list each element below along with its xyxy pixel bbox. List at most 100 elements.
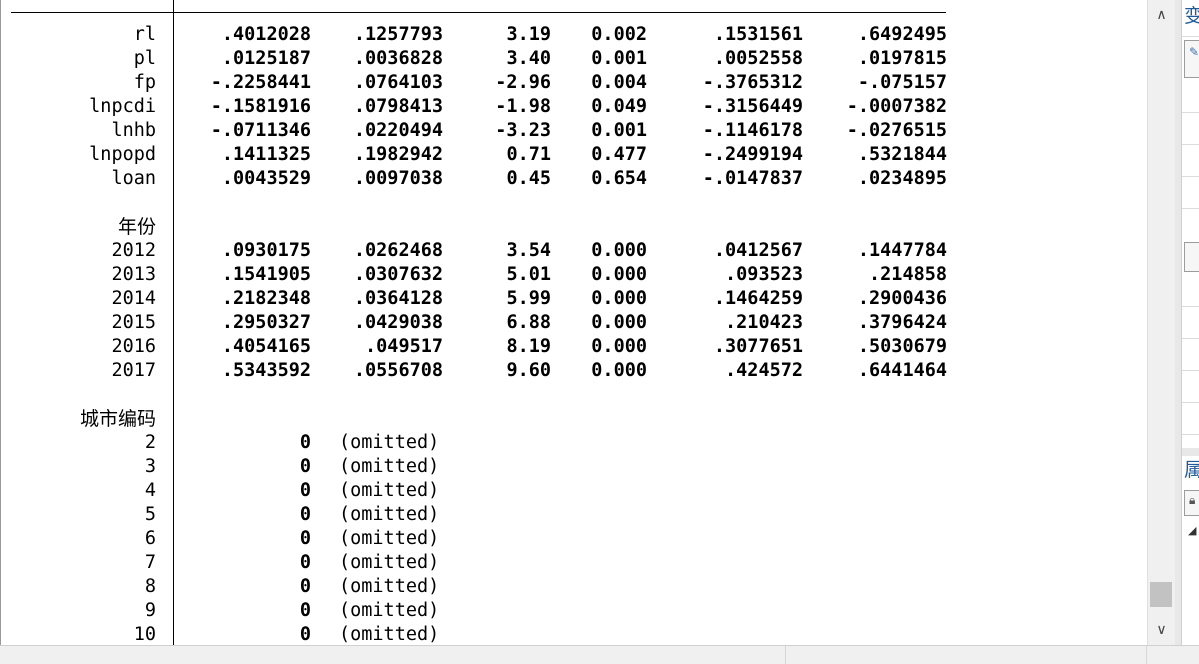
- group-header-label: 城市编码: [79, 408, 156, 430]
- cell-std-error: .0556708: [353, 360, 443, 381]
- cell-coefficient: 0: [299, 624, 311, 645]
- variables-panel-title: 变: [1184, 4, 1199, 28]
- table-row: 2016 .4054165 .049517 8.19 0.000 .3077651 .503…: [1, 335, 1148, 359]
- cell-p-value: 0.049: [591, 96, 647, 117]
- cell-ci-lower: -.3156449: [702, 96, 803, 117]
- row-variable-name: 2016: [111, 336, 156, 357]
- cell-t-stat: 5.01: [506, 264, 551, 285]
- cell-t-stat: 9.60: [506, 360, 551, 381]
- cell-coefficient: 0: [299, 456, 311, 477]
- triangle-icon[interactable]: ◢: [1188, 524, 1196, 537]
- table-row: 8 0 (omitted): [1, 575, 1148, 599]
- variables-panel: 变 ✎ 属 🔒︎ ◢: [1181, 0, 1199, 645]
- cell-ci-lower: -.1146178: [702, 120, 803, 141]
- panel-splitter-horizontal[interactable]: [1182, 448, 1199, 456]
- cell-ci-upper: .5321844: [857, 144, 947, 165]
- cell-p-value: 0.000: [591, 336, 647, 357]
- chevron-up-icon[interactable]: ∧: [1148, 0, 1175, 30]
- cell-t-stat: -2.96: [495, 72, 551, 93]
- table-row: 2 0 (omitted): [1, 431, 1148, 455]
- cell-coefficient: .1411325: [221, 144, 311, 165]
- cell-p-value: 0.000: [591, 264, 647, 285]
- table-row: 2015 .2950327 .0429038 6.88 0.000 .210423 .379…: [1, 311, 1148, 335]
- cell-omitted-note: (omitted): [339, 456, 440, 477]
- cell-p-value: 0.477: [591, 144, 647, 165]
- cell-ci-upper: .2900436: [857, 288, 947, 309]
- cell-std-error: .0307632: [353, 264, 443, 285]
- chevron-down-icon[interactable]: ∨: [1148, 615, 1175, 645]
- table-row: rl .4012028 .1257793 3.19 0.002 .1531561 .6492…: [1, 23, 1148, 47]
- cell-coefficient: .2182348: [221, 288, 311, 309]
- cell-ci-lower: .0412567: [713, 240, 803, 261]
- panel-divider: [1182, 144, 1199, 145]
- cell-std-error: .0429038: [353, 312, 443, 333]
- cell-t-stat: 8.19: [506, 336, 551, 357]
- group-header-city: 城市编码: [1, 407, 1148, 431]
- cell-coefficient: 0: [299, 576, 311, 597]
- row-variable-name: 2014: [111, 288, 156, 309]
- cell-std-error: .0220494: [353, 120, 443, 141]
- cell-coefficient: .5343592: [221, 360, 311, 381]
- cell-coefficient: .4054165: [221, 336, 311, 357]
- lock-icon[interactable]: 🔒︎: [1189, 493, 1195, 508]
- cell-coefficient: 0: [299, 480, 311, 501]
- cell-p-value: 0.000: [591, 360, 647, 381]
- table-row: lnpopd .1411325 .1982942 0.71 0.477 -.2499194…: [1, 143, 1148, 167]
- cell-coefficient: -.2258441: [210, 72, 311, 93]
- row-variable-name: 3: [144, 456, 156, 477]
- table-row: lnpcdi -.1581916 .0798413 -1.98 0.049 -.31564…: [1, 95, 1148, 119]
- variables-toolbar-box[interactable]: ✎: [1184, 40, 1199, 78]
- results-window[interactable]: rl .4012028 .1257793 3.19 0.002 .1531561 .6492…: [0, 0, 1148, 645]
- cell-t-stat: 3.54: [506, 240, 551, 261]
- row-variable-name: 5: [144, 504, 156, 525]
- table-row: 4 0 (omitted): [1, 479, 1148, 503]
- cell-t-stat: 0.45: [506, 168, 551, 189]
- properties-panel-title: 属: [1184, 458, 1199, 482]
- cell-ci-upper: .0234895: [857, 168, 947, 189]
- cell-t-stat: -3.23: [495, 120, 551, 141]
- cell-ci-lower: .093523: [725, 264, 803, 285]
- results-scrollbar[interactable]: ∧ ∨: [1147, 0, 1175, 645]
- table-row: 2013 .1541905 .0307632 5.01 0.000 .093523 .214…: [1, 263, 1148, 287]
- row-variable-name: 4: [144, 480, 156, 501]
- table-row: pl .0125187 .0036828 3.40 0.001 .0052558 .0197…: [1, 47, 1148, 71]
- table-row: 9 0 (omitted): [1, 599, 1148, 623]
- row-variable-name: 7: [144, 552, 156, 573]
- table-row: 2012 .0930175 .0262468 3.54 0.000 .0412567 .14…: [1, 239, 1148, 263]
- cell-ci-lower: .424572: [725, 360, 803, 381]
- cell-coefficient: 0: [299, 504, 311, 525]
- cell-coefficient: 0: [299, 552, 311, 573]
- cell-ci-lower: .3077651: [713, 336, 803, 357]
- cell-p-value: 0.002: [591, 24, 647, 45]
- scrollbar-thumb[interactable]: [1150, 582, 1172, 607]
- cell-p-value: 0.000: [591, 312, 647, 333]
- cell-ci-upper: .1447784: [857, 240, 947, 261]
- properties-toolbar-box[interactable]: 🔒︎: [1184, 490, 1199, 516]
- edit-icon[interactable]: ✎: [1189, 45, 1199, 59]
- cell-p-value: 0.001: [591, 48, 647, 69]
- panel-divider: [1182, 370, 1199, 371]
- row-variable-name: 2013: [111, 264, 156, 285]
- table-row: 6 0 (omitted): [1, 527, 1148, 551]
- row-variable-name: 10: [133, 624, 156, 645]
- cell-ci-upper: .6492495: [857, 24, 947, 45]
- cell-t-stat: 3.40: [506, 48, 551, 69]
- cell-ci-lower: .1464259: [713, 288, 803, 309]
- cell-ci-upper: -.075157: [857, 72, 947, 93]
- status-cell: [0, 646, 786, 664]
- cell-ci-lower: .210423: [725, 312, 803, 333]
- cell-ci-lower: .1531561: [713, 24, 803, 45]
- cell-coefficient: .2950327: [221, 312, 311, 333]
- row-variable-name: lnpopd: [89, 144, 156, 165]
- cell-omitted-note: (omitted): [339, 528, 440, 549]
- cell-ci-lower: .0052558: [713, 48, 803, 69]
- table-row: lnhb -.0711346 .0220494 -3.23 0.001 -.1146178…: [1, 119, 1148, 143]
- variable-row-selected[interactable]: [1184, 242, 1199, 272]
- cell-t-stat: 5.99: [506, 288, 551, 309]
- table-row: 2017 .5343592 .0556708 9.60 0.000 .424572 .644…: [1, 359, 1148, 383]
- cell-coefficient: .1541905: [221, 264, 311, 285]
- cell-ci-upper: -.0007382: [846, 96, 947, 117]
- table-row: loan .0043529 .0097038 0.45 0.654 -.0147837 .0…: [1, 167, 1148, 191]
- row-variable-name: 6: [144, 528, 156, 549]
- cell-t-stat: 6.88: [506, 312, 551, 333]
